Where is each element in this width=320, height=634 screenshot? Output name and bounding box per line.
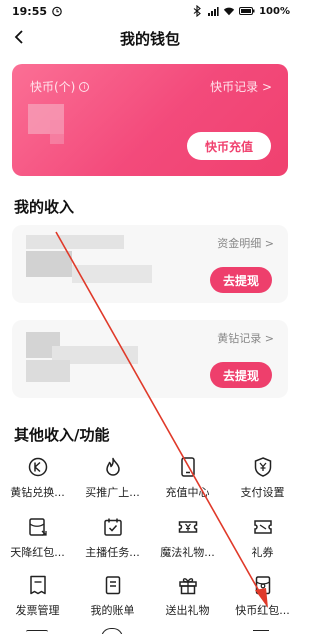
grid-item-magic-gift[interactable]: 魔法礼物... <box>150 514 225 570</box>
grid-item-my-bill[interactable]: 我的账单 <box>75 572 150 628</box>
back-button[interactable] <box>8 26 30 48</box>
grid-label: 支付设置 <box>240 486 285 499</box>
status-bar: 19:55 100% <box>0 0 300 22</box>
coin-label: 快币(个) <box>30 80 76 94</box>
coin-balance-card: 快币(个) i 快币记录 > 快币充值 <box>12 64 288 176</box>
grid-label: 送出礼物 <box>165 604 210 617</box>
withdraw-button[interactable]: 去提现 <box>210 362 272 388</box>
coupon-icon <box>252 516 274 538</box>
grid-label: 礼券 <box>251 546 274 559</box>
battery-icon <box>239 7 255 15</box>
status-time: 19:55 <box>12 4 48 18</box>
grid-label: 魔法礼物... <box>160 546 215 559</box>
grid-item-payment-settings[interactable]: 支付设置 <box>225 454 300 510</box>
bluetooth-icon <box>193 5 201 17</box>
calendar-check-icon <box>102 516 124 538</box>
grid-item-recharge-center[interactable]: 充值中心 <box>150 454 225 510</box>
chevron-left-icon <box>14 30 23 44</box>
yellow-diamond-exchange-icon <box>27 456 49 478</box>
grid-item-red-packet-rain[interactable]: 天降红包... <box>0 514 75 570</box>
blurred-amount-part <box>26 360 70 382</box>
grid-item-yellow-diamond-exchange[interactable]: 黄钻兑换... <box>0 454 75 510</box>
income-card-diamond: 黄钻记录 > 去提现 <box>12 320 288 398</box>
wifi-icon <box>223 7 235 16</box>
diamond-record-link[interactable]: 黄钻记录 > <box>217 330 274 346</box>
blurred-balance-part <box>50 120 64 144</box>
alarm-icon <box>52 6 62 17</box>
bill-icon <box>102 574 124 596</box>
grid-label: 充值中心 <box>165 486 210 499</box>
signal-icon <box>208 7 219 16</box>
grid-item-buy-promotion[interactable]: 买推广上... <box>75 454 150 510</box>
magic-gift-icon <box>177 516 199 538</box>
grid-label: 买推广上... <box>85 486 140 499</box>
withdraw-button[interactable]: 去提现 <box>210 267 272 293</box>
page-title: 我的钱包 <box>119 29 180 48</box>
grid-label: 快币红包... <box>235 604 290 617</box>
red-packet-icon <box>27 516 49 538</box>
other-section-title: 其他收入/功能 <box>14 426 110 444</box>
coin-record-link[interactable]: 快币记录 > <box>210 78 272 95</box>
blurred-amount-part <box>26 251 72 277</box>
grid-label: 主播任务... <box>85 546 140 559</box>
coin-red-packet-icon <box>252 574 274 596</box>
grid-label: 天降红包... <box>10 546 65 559</box>
partial-icon <box>253 630 269 634</box>
grid-label: 我的账单 <box>90 604 135 617</box>
grid-item-sent-gifts[interactable]: 送出礼物 <box>150 572 225 628</box>
coin-label-row: 快币(个) i <box>30 78 90 95</box>
blurred-amount-part <box>72 265 152 283</box>
nav-bar: 我的钱包 <box>0 22 300 54</box>
flame-icon <box>102 456 124 478</box>
coin-recharge-button[interactable]: 快币充值 <box>187 132 271 160</box>
invoice-icon <box>27 574 49 596</box>
grid-item-invoice[interactable]: 发票管理 <box>0 572 75 628</box>
gift-icon <box>177 574 199 596</box>
yuan-shield-icon <box>252 456 274 478</box>
grid-item-streamer-tasks[interactable]: 主播任务... <box>75 514 150 570</box>
fund-detail-link[interactable]: 资金明细 > <box>217 235 274 251</box>
grid-label: 黄钻兑换... <box>10 486 65 499</box>
grid-item-coin-red-packet[interactable]: 快币红包... <box>225 572 300 628</box>
partial-icon <box>101 628 123 634</box>
wallet-page: 19:55 100% 我的钱包 快币(个) i 快币记录 > 快币充值 我的收入 <box>0 0 300 634</box>
phone-recharge-icon <box>177 456 199 478</box>
grid-label: 发票管理 <box>15 604 60 617</box>
blurred-amount <box>26 235 124 249</box>
partial-icon <box>26 630 48 634</box>
income-card-funds: 资金明细 > 去提现 <box>12 225 288 303</box>
grid-item-coupon[interactable]: 礼券 <box>225 514 300 570</box>
info-icon[interactable]: i <box>79 81 90 92</box>
income-section-title: 我的收入 <box>14 198 75 216</box>
battery-percent: 100% <box>259 5 290 17</box>
